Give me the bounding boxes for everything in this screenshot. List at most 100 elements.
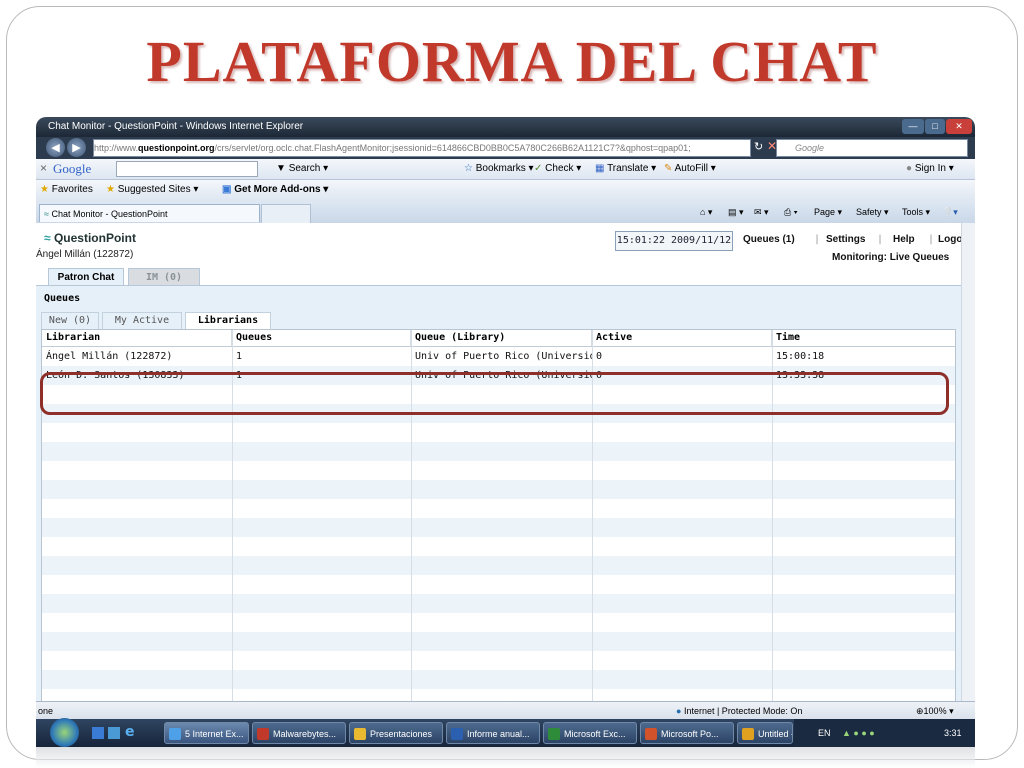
taskbar-button[interactable]: Microsoft Po... (640, 722, 734, 744)
questionpoint-logo: ≈ QuestionPoint (44, 231, 136, 245)
taskbar-button[interactable]: Untitled - Paint (737, 722, 793, 744)
taskbar-button[interactable]: Presentaciones (349, 722, 443, 744)
favorites-button[interactable]: ★ Favorites (40, 184, 93, 195)
cell-queues: 1 (236, 351, 243, 362)
zone-label: Internet | Protected Mode: On (683, 706, 803, 716)
empty-row (42, 518, 955, 537)
zoom-control[interactable]: ⊕100% ▾ (916, 702, 954, 720)
page-menu[interactable]: Page ▾ (814, 207, 842, 218)
taskbar-button-label: Presentaciones (370, 729, 433, 739)
column-header-time[interactable]: Time (772, 330, 955, 346)
column-header-queues[interactable]: Queues (232, 330, 411, 346)
wifi-logo-icon: ≈ (44, 231, 51, 245)
language-indicator[interactable]: EN (818, 719, 831, 747)
page-menu-label: Page (814, 207, 836, 217)
subtab-my-active[interactable]: My Active (0) (102, 312, 182, 342)
minimize-button[interactable]: — (902, 119, 924, 134)
get-addons-link[interactable]: ▣ Get More Add-ons ▾ (222, 184, 328, 195)
powerpoint-icon (645, 728, 657, 740)
tab-chat-monitor[interactable]: ≈ Chat Monitor - QuestionPoint (39, 204, 260, 222)
paint-icon (742, 728, 754, 740)
nav-help[interactable]: Help (893, 234, 915, 245)
nav-separator: | (877, 234, 884, 245)
tray-icons[interactable]: ▲ ● ● ● (842, 719, 875, 747)
refresh-icon[interactable]: ↻ (754, 140, 763, 153)
toolbar-signin-button[interactable]: ● Sign In ▾ (906, 163, 954, 174)
quicklaunch-icon[interactable] (108, 727, 120, 739)
empty-row (42, 594, 955, 613)
taskbar-button[interactable]: Malwarebytes... (252, 722, 346, 744)
column-header-active[interactable]: Active (592, 330, 772, 346)
translate-icon: ▦ (595, 163, 605, 174)
quicklaunch-icon[interactable] (92, 727, 104, 739)
taskbar-button[interactable]: Informe anual... (446, 722, 540, 744)
status-text: one (38, 706, 54, 716)
empty-row (42, 613, 955, 632)
print-icon[interactable]: ⎙ ▾ (784, 207, 797, 218)
google-toolbar-input[interactable] (116, 161, 258, 177)
taskbar-button[interactable]: Microsoft Exc... (543, 722, 637, 744)
toolbar-bookmarks-button[interactable]: ☆ Bookmarks ▾ (464, 163, 534, 174)
suggested-sites-link[interactable]: ★ Suggested Sites ▾ (106, 184, 198, 195)
window-titlebar: Chat Monitor - QuestionPoint - Windows I… (36, 117, 975, 137)
new-tab-button[interactable] (261, 204, 311, 223)
toolbar-translate-button[interactable]: ▦ Translate ▾ (595, 163, 656, 174)
start-button[interactable] (50, 718, 79, 747)
cell-librarian: Ángel Millán (122872) (46, 351, 173, 362)
tools-menu[interactable]: Tools ▾ (902, 207, 930, 218)
empty-row (42, 556, 955, 575)
url-field[interactable]: http://www.questionpoint.org/crs/servlet… (93, 139, 751, 157)
empty-row (42, 537, 955, 556)
maximize-button[interactable]: □ (925, 119, 945, 134)
home-icon[interactable]: ⌂ ▾ (700, 207, 712, 218)
google-logo: Google (53, 161, 92, 176)
spellcheck-icon: ✓ (534, 163, 543, 174)
toolbar-close-icon[interactable]: × (40, 161, 47, 175)
queues-panel: Queues New (0) My Active (0) Librarians … (36, 285, 961, 704)
nav-queues[interactable]: Queues (1) (743, 234, 795, 245)
tab-label: Chat Monitor - QuestionPoint (51, 209, 168, 219)
table-row[interactable]: Ángel Millán (122872) 1 Univ of Puerto R… (42, 347, 955, 366)
nav-settings[interactable]: Settings (826, 234, 865, 245)
zoom-icon: ⊕ (916, 706, 924, 716)
column-header-librarian[interactable]: Librarian (42, 330, 232, 346)
url-domain: questionpoint.org (138, 143, 215, 153)
cell-time: 15:00:18 (776, 351, 825, 362)
safety-menu[interactable]: Safety ▾ (856, 207, 889, 218)
ie-quicklaunch-icon[interactable]: e (125, 724, 135, 740)
taskbar-button-label: Informe anual... (467, 729, 530, 739)
toolbar-check-button[interactable]: ✓ Check ▾ (534, 163, 581, 174)
empty-row (42, 461, 955, 480)
taskbar-button-label: Untitled - Paint (758, 729, 792, 739)
nav-separator: | (928, 234, 935, 245)
close-window-button[interactable]: ✕ (946, 119, 972, 134)
bookmarks-label: Bookmarks (475, 163, 526, 174)
column-header-queue-library[interactable]: Queue (Library) (411, 330, 592, 346)
addons-label: Get More Add-ons (234, 184, 321, 195)
address-bar-row: ◀ ▶ http://www.questionpoint.org/crs/ser… (36, 137, 975, 159)
page-scrollbar[interactable] (961, 223, 975, 701)
security-zone[interactable]: ● Internet | Protected Mode: On (676, 702, 802, 720)
forward-button[interactable]: ▶ (67, 138, 86, 157)
status-bar: one ● Internet | Protected Mode: On ⊕100… (36, 701, 975, 720)
subtab-new[interactable]: New (0) (41, 312, 99, 329)
translate-label: Translate (607, 163, 649, 174)
slide-reflection (36, 747, 975, 768)
browser-search-field[interactable]: Google (776, 139, 968, 157)
help-icon[interactable]: ❔▾ (942, 207, 958, 218)
favorites-label: Favorites (51, 184, 93, 195)
system-tray: EN ▲ ● ● ● 3:31 PM (794, 719, 975, 747)
windows-taskbar: e 5 Internet Ex... Malwarebytes... Prese… (36, 718, 975, 747)
back-button[interactable]: ◀ (46, 138, 65, 157)
mail-icon[interactable]: ✉ ▾ (754, 207, 769, 218)
add-favorite-icon: ★ (106, 184, 115, 195)
url-path: /crs/servlet/org.oclc.chat.FlashAgentMon… (214, 143, 691, 153)
toolbar-search-button[interactable]: ▼ Search ▾ (276, 163, 328, 174)
clock[interactable]: 3:31 PM (944, 719, 975, 747)
slide-title: PLATAFORMA DEL CHAT (146, 29, 878, 94)
taskbar-button[interactable]: 5 Internet Ex... (164, 722, 249, 744)
feeds-icon[interactable]: ▤ ▾ (728, 207, 744, 218)
toolbar-autofill-button[interactable]: ✎ AutoFill ▾ (664, 163, 716, 174)
subtab-librarians[interactable]: Librarians (2) (185, 312, 271, 342)
ie-tab-strip: ≈ Chat Monitor - QuestionPoint ⌂ ▾ ▤ ▾ ✉… (36, 201, 975, 224)
